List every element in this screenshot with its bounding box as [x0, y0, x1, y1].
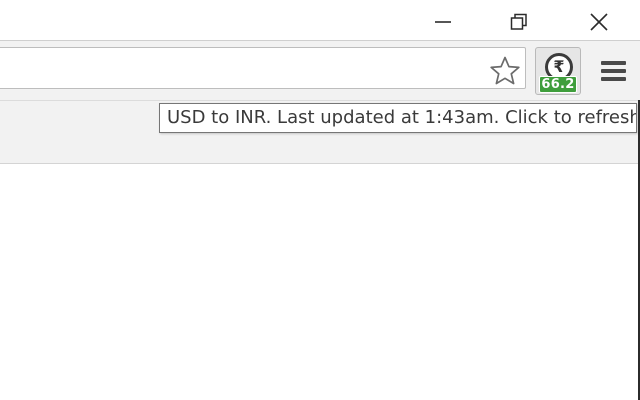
star-outline-icon — [490, 56, 520, 85]
hamburger-line — [600, 69, 626, 73]
minimize-icon — [435, 21, 451, 23]
hamburger-menu-icon — [600, 61, 626, 65]
address-bar[interactable] — [0, 47, 526, 89]
hamburger-line — [600, 77, 626, 81]
bookmark-star-button[interactable] — [488, 54, 522, 88]
extension-tooltip: USD to INR. Last updated at 1:43am. Clic… — [159, 103, 637, 133]
minimize-button[interactable] — [426, 6, 460, 38]
page-content — [0, 164, 640, 400]
close-icon — [590, 13, 608, 31]
close-button[interactable] — [582, 6, 616, 38]
browser-menu-button[interactable] — [596, 56, 630, 86]
currency-extension-button[interactable]: ₹ 66.2 — [535, 47, 581, 95]
restore-button[interactable] — [502, 6, 536, 38]
window-titlebar — [0, 0, 640, 42]
rate-badge: 66.2 — [539, 76, 577, 93]
restore-icon — [510, 13, 527, 30]
